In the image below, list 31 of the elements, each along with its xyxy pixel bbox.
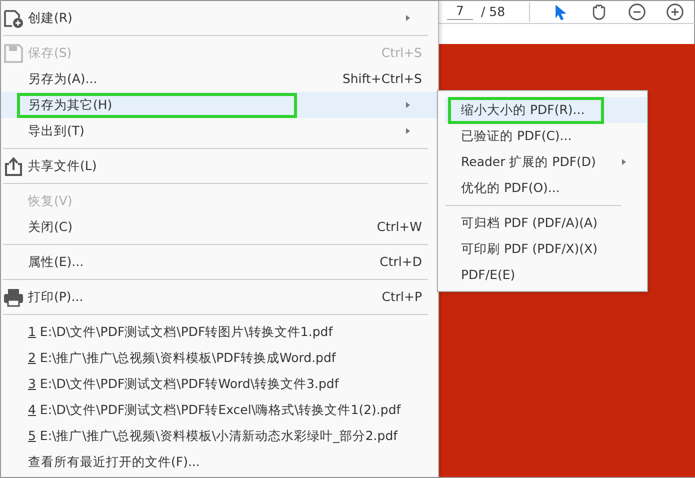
menu-item[interactable]: 打印(P)... [28,288,84,306]
menu-item[interactable]: 缩小大小的 PDF(R)... [448,96,604,124]
menu-item[interactable]: 创建(R) [28,8,72,28]
menu-item[interactable]: 另存为其它(H) [17,92,297,118]
recent-file-item[interactable]: 1 E:\D\文件\PDF测试文档\PDF转图片\转换文件1.pdf [28,322,333,342]
menu-item[interactable]: 另存为(A)... [28,70,98,88]
menu-item[interactable]: Reader 扩展的 PDF(D) [461,152,596,172]
menu-item[interactable]: 可印刷 PDF (PDF/X)(X) [461,240,598,258]
menu-item[interactable]: 属性(E)... [28,252,84,272]
menu-item[interactable]: PDF/E(E) [461,266,516,284]
zoom-out-icon[interactable] [628,3,646,21]
recent-file-item[interactable]: 3 E:\D\文件\PDF测试文档\PDF转Word\转换文件3.pdf [28,374,339,394]
menu-item[interactable]: 导出到(T) [28,122,84,140]
share-icon [3,156,24,176]
shortcut-label: Ctrl+D [380,252,422,271]
menu-item[interactable]: 优化的 PDF(O)... [461,178,560,198]
page-number-field[interactable]: 7 [447,4,473,20]
menu-item[interactable]: 可归档 PDF (PDF/A)(A) [461,214,598,232]
shortcut-label: Ctrl+W [376,218,422,236]
shortcut-label: Ctrl+P [382,288,422,306]
recent-file-item[interactable]: 4 E:\D\文件\PDF测试文档\PDF转Excel\嗨格式\转换文件1(2).pdf [28,400,401,420]
recent-file-item[interactable]: 2 E:\推广\推广\总视频\资料模板\PDF转换成Word.pdf [28,348,336,368]
menu-item[interactable]: 关闭(C) [28,218,72,236]
page-total: / 58 [481,2,506,21]
recent-file-item[interactable]: 5 E:\推广\推广\总视频\资料模板\小清新动态水彩绿叶_部分2.pdf [28,426,398,446]
shortcut-label: Shift+Ctrl+S [342,70,422,88]
menu-item[interactable]: 已验证的 PDF(C)... [461,126,572,146]
shortcut-label: Ctrl+S [381,44,422,62]
menu-item[interactable]: 共享文件(L) [28,156,97,176]
zoom-in-icon[interactable] [666,3,684,21]
menu-item[interactable]: 查看所有最近打开的文件(F)... [28,452,200,472]
